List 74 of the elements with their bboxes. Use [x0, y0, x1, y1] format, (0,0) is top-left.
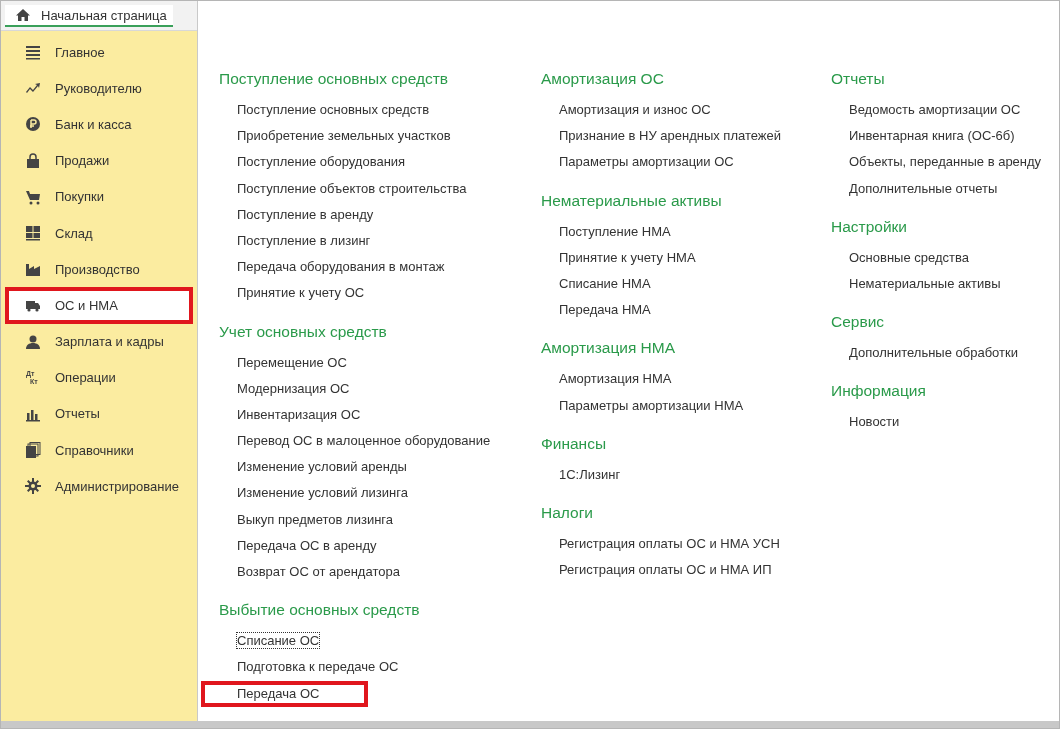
menu-link[interactable]: Поступление НМА — [541, 218, 674, 245]
section-heading: Налоги — [541, 502, 594, 523]
menu-link[interactable]: Перемещение ОС — [219, 349, 350, 376]
section-heading: Выбытие основных средств — [219, 600, 421, 621]
gear-icon — [25, 478, 41, 495]
section-heading: Амортизация НМА — [541, 338, 677, 359]
section-heading: Информация — [831, 381, 927, 402]
menu-link[interactable]: Дополнительные отчеты — [831, 175, 1001, 202]
menu-link[interactable]: Изменение условий лизинга — [219, 480, 411, 507]
menu-link[interactable]: Нематериальные активы — [831, 270, 1004, 298]
documents-icon — [25, 442, 41, 459]
menu-link[interactable]: Поступление в лизинг — [219, 227, 374, 255]
menu-link[interactable]: Ведомость амортизации ОС — [831, 97, 1024, 124]
sidebar-item[interactable]: Главное — [5, 34, 193, 71]
ruble-coin-icon — [25, 116, 41, 133]
menu-link[interactable]: Параметры амортизации НМА — [541, 392, 747, 419]
menu-link[interactable]: Перевод ОС в малоценное оборудование — [219, 428, 494, 455]
menu-link[interactable]: Признание в НУ арендных платежей — [541, 123, 784, 150]
section-heading: Нематериальные активы — [541, 190, 723, 211]
menu-link[interactable]: Приобретение земельных участков — [219, 123, 454, 150]
section-heading: Поступление основных средств — [219, 69, 450, 89]
sidebar-item[interactable]: Банк и касса — [5, 106, 193, 143]
sidebar-item[interactable]: Справочники — [5, 432, 193, 469]
menu-link[interactable]: Изменение условий аренды — [219, 454, 410, 481]
menu-link[interactable]: Поступление основных средств — [219, 97, 433, 124]
sidebar-item[interactable]: Склад — [5, 214, 193, 252]
menu-link[interactable]: Подготовка к передаче ОС — [219, 654, 402, 681]
factory-icon — [25, 261, 41, 278]
menu-link[interactable]: Регистрация оплаты ОС и НМА УСН — [541, 530, 783, 558]
section-heading: Финансы — [541, 433, 608, 454]
menu-link[interactable]: Возврат ОС от арендатора — [219, 559, 403, 586]
menu-link[interactable]: Списание НМА — [541, 270, 654, 298]
menu-link[interactable]: Параметры амортизации ОС — [541, 149, 737, 176]
sidebar-item[interactable]: Зарплата и кадры — [5, 323, 193, 360]
person-icon — [25, 333, 41, 350]
section-heading: Отчеты — [831, 69, 886, 89]
home-tab[interactable]: Начальная страница — [5, 5, 173, 27]
list-icon — [25, 44, 41, 61]
menu-link[interactable]: Объекты, переданные в аренду — [831, 149, 1045, 176]
menu-link[interactable]: Основные средства — [831, 244, 972, 271]
menu-link[interactable]: Передача НМА — [541, 297, 654, 324]
home-icon — [15, 7, 31, 23]
menu-link[interactable]: Поступление объектов строительства — [219, 175, 470, 202]
menu-link[interactable]: Инвентаризация ОС — [219, 401, 364, 429]
menu-link[interactable]: Новости — [831, 409, 903, 436]
menu-link[interactable]: Списание ОС — [219, 628, 323, 655]
menu-link[interactable]: Поступление оборудования — [219, 149, 409, 176]
sidebar-item[interactable]: Администрирование — [5, 468, 193, 505]
sidebar-item[interactable]: Руководителю — [5, 70, 193, 107]
cart-icon — [25, 188, 41, 205]
menu-link[interactable]: Передача оборудования в монтаж — [219, 254, 448, 281]
menu-link[interactable]: Регистрация оплаты ОС и НМА ИП — [541, 557, 775, 584]
sidebar-item[interactable]: Производство — [5, 251, 193, 288]
section-heading: Настройки — [831, 216, 908, 237]
sidebar-item[interactable]: ОС и НМА — [5, 287, 193, 324]
section-heading: Сервис — [831, 312, 886, 333]
section-heading: Амортизация ОС — [541, 69, 665, 89]
section-heading: Учет основных средств — [219, 321, 388, 342]
menu-link[interactable]: Принятие к учету ОС — [219, 280, 368, 307]
menu-link[interactable]: Амортизация НМА — [541, 366, 675, 393]
sidebar-item[interactable]: Продажи — [5, 142, 193, 179]
warehouse-grid-icon — [25, 225, 41, 242]
menu-link[interactable]: Дополнительные обработки — [831, 340, 1021, 367]
sidebar-item[interactable]: Отчеты — [5, 395, 193, 433]
menu-link[interactable]: Выкуп предметов лизинга — [219, 506, 397, 533]
menu-link[interactable]: Амортизация и износ ОС — [541, 97, 714, 124]
menu-link[interactable]: Передача ОС — [201, 680, 368, 707]
menu-link[interactable]: Принятие к учету НМА — [541, 244, 699, 271]
menu-link[interactable]: Передача ОС в аренду — [219, 532, 380, 559]
sidebar-item[interactable]: Покупки — [5, 178, 193, 215]
menu-link[interactable]: 1С:Лизинг — [541, 461, 624, 488]
menu-link[interactable]: Инвентарная книга (ОС-6б) — [831, 123, 1018, 150]
menu-link[interactable]: Поступление в аренду — [219, 201, 377, 228]
menu-link[interactable]: Модернизация ОС — [219, 375, 353, 402]
